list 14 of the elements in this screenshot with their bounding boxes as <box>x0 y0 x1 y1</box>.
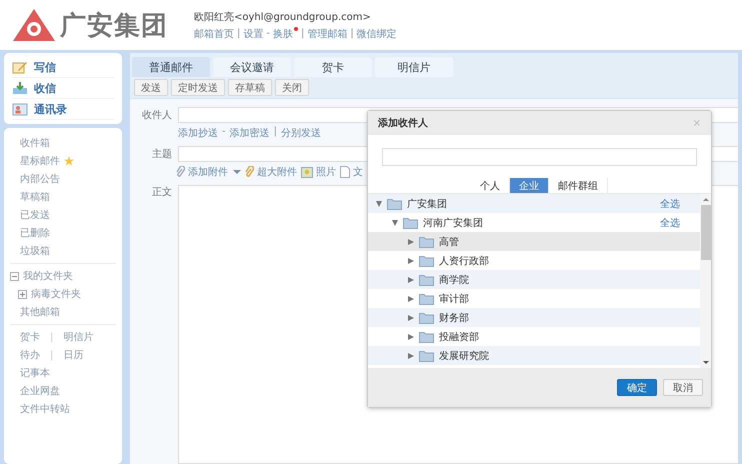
user-email: 欧阳红亮<oyhl@groundgroup.com> <box>194 10 372 24</box>
separator: - <box>266 28 270 39</box>
separator: - <box>222 126 226 139</box>
separator: | <box>237 28 240 39</box>
logo-text: 广安集团 <box>60 10 168 42</box>
separator: | <box>50 350 54 360</box>
field-label: 正文 <box>151 186 172 199</box>
separator: | <box>350 28 354 39</box>
field-label: 收件人 <box>141 109 172 122</box>
separator: | <box>274 126 277 139</box>
separator: | <box>50 332 54 342</box>
dialog-title: 添加收件人 <box>378 116 428 130</box>
field-label: 主题 <box>151 148 172 161</box>
separator: | <box>300 28 304 39</box>
